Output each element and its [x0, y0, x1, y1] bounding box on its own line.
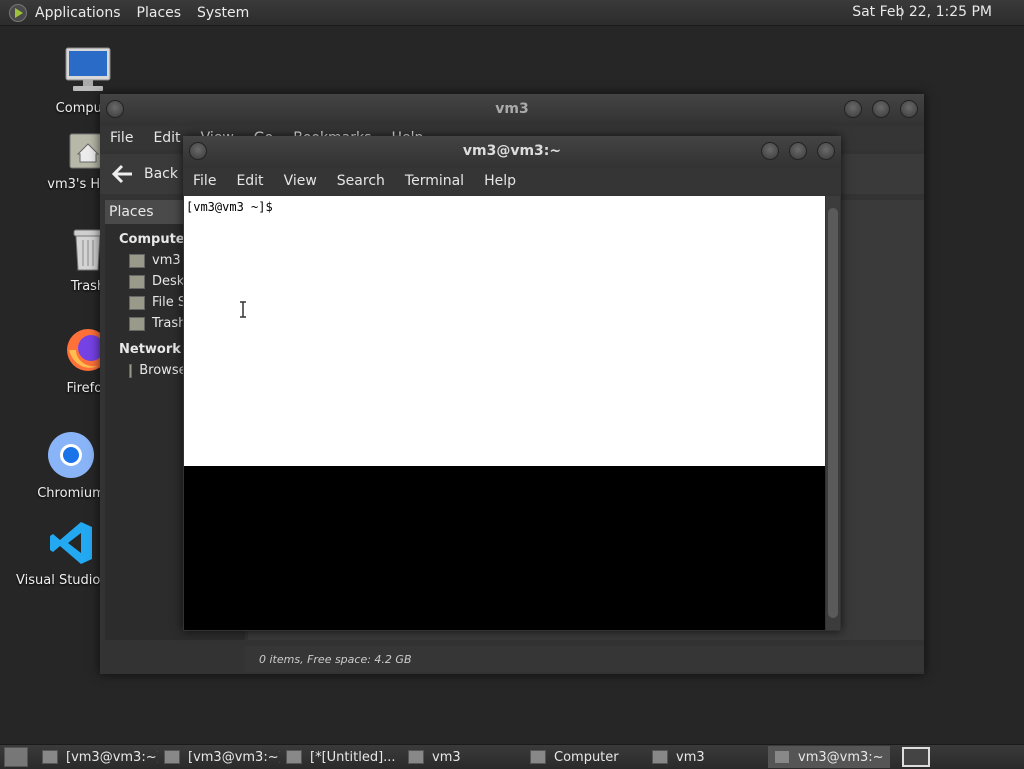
system-menu[interactable]: System: [189, 5, 257, 21]
minimize-button[interactable]: [761, 142, 779, 160]
gnome-menu-icon[interactable]: [9, 3, 27, 22]
menu-edit[interactable]: Edit: [226, 173, 273, 189]
taskbar-item-vm3-folder-2[interactable]: vm3: [646, 746, 768, 768]
terminal-titlebar[interactable]: vm3@vm3:~: [183, 136, 841, 166]
back-arrow-icon: [112, 164, 132, 184]
computer-icon: [530, 750, 546, 764]
folder-icon: [408, 750, 424, 764]
terminal-icon: [164, 750, 180, 764]
window-title: vm3: [495, 101, 529, 117]
window-menu-button[interactable]: [106, 100, 124, 118]
vscode-icon: [50, 522, 92, 564]
menu-search[interactable]: Search: [327, 173, 395, 189]
terminal-window: vm3@vm3:~ File Edit View Search Terminal…: [183, 136, 841, 631]
close-button[interactable]: [817, 142, 835, 160]
text-cursor-icon: [240, 301, 246, 318]
trash-icon: [129, 316, 145, 331]
back-button[interactable]: Back: [112, 164, 178, 184]
monitor-icon: [65, 47, 111, 91]
terminal-icon: [774, 750, 790, 764]
file-manager-titlebar[interactable]: vm3: [100, 94, 924, 124]
taskbar-item-computer[interactable]: Computer: [524, 746, 646, 768]
menu-view[interactable]: View: [274, 173, 327, 189]
status-bar: 0 items, Free space: 4.2 GB: [245, 646, 924, 672]
desktop-folder-icon: [129, 274, 145, 289]
taskbar-item-terminal-active[interactable]: vm3@vm3:~: [768, 746, 890, 768]
places-menu[interactable]: Places: [129, 5, 190, 21]
show-desktop-button[interactable]: [4, 747, 28, 767]
home-folder-icon: [129, 253, 145, 268]
minimize-button[interactable]: [844, 100, 862, 118]
clock[interactable]: Sat Feb 22, 1:25 PM: [852, 4, 992, 20]
scrollbar-thumb[interactable]: [828, 208, 838, 618]
menu-file[interactable]: File: [100, 130, 143, 146]
close-button[interactable]: [900, 100, 918, 118]
chromium-icon: [48, 432, 94, 478]
network-icon: [129, 363, 133, 378]
maximize-button[interactable]: [789, 142, 807, 160]
taskbar-item-terminal-1[interactable]: [vm3@vm3:~]: [36, 746, 158, 768]
editor-icon: [286, 750, 302, 764]
terminal-menubar: File Edit View Search Terminal Help: [183, 168, 841, 194]
terminal-unrendered-area: [184, 466, 825, 630]
maximize-button[interactable]: [872, 100, 890, 118]
folder-icon: [652, 750, 668, 764]
terminal-scrollbar[interactable]: [826, 196, 840, 630]
top-panel: Applications Places System Sat Feb 22, 1…: [0, 0, 1024, 26]
taskbar-item-terminal-2[interactable]: [vm3@vm3:~]: [158, 746, 280, 768]
menu-file[interactable]: File: [183, 173, 226, 189]
terminal-icon: [42, 750, 58, 764]
menu-terminal[interactable]: Terminal: [395, 173, 474, 189]
window-title: vm3@vm3:~: [462, 143, 562, 159]
menu-help[interactable]: Help: [474, 173, 526, 189]
shell-prompt: [vm3@vm3 ~]$: [186, 200, 273, 214]
bottom-panel: [vm3@vm3:~] [vm3@vm3:~] [*[Untitled]... …: [0, 744, 1024, 769]
window-menu-button[interactable]: [189, 142, 207, 160]
terminal-output[interactable]: [vm3@vm3 ~]$: [184, 196, 825, 466]
drive-icon: [129, 295, 145, 310]
taskbar-item-vm3-folder[interactable]: vm3: [402, 746, 524, 768]
taskbar-item-editor[interactable]: [*[Untitled]...: [280, 746, 402, 768]
workspace-switcher[interactable]: [902, 747, 930, 767]
applications-menu[interactable]: Applications: [27, 5, 129, 21]
